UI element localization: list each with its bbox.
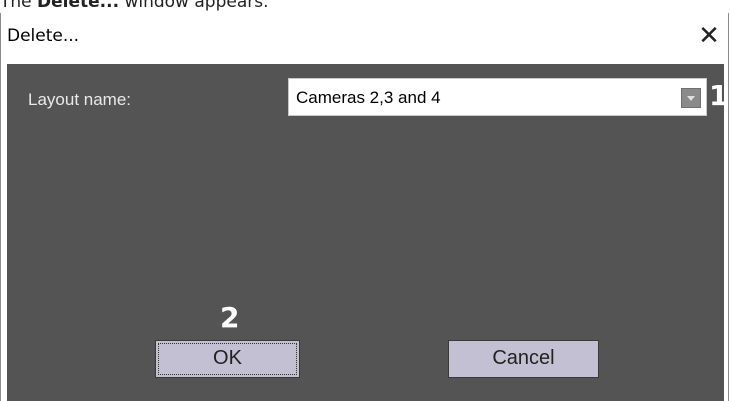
dialog-titlebar: Delete... ✕ bbox=[1, 13, 728, 63]
annotation-marker-2: 2 bbox=[220, 301, 240, 334]
close-icon[interactable]: ✕ bbox=[696, 21, 722, 51]
doc-caption-prefix: The bbox=[0, 0, 38, 12]
ok-button[interactable]: OK bbox=[155, 340, 300, 378]
delete-dialog: Delete... ✕ Layout name: Cameras 2,3 and… bbox=[0, 13, 729, 401]
chevron-down-icon[interactable] bbox=[681, 88, 701, 108]
layout-name-value: Cameras 2,3 and 4 bbox=[296, 88, 441, 107]
layout-name-combobox[interactable]: Cameras 2,3 and 4 bbox=[288, 78, 707, 116]
cancel-button[interactable]: Cancel bbox=[448, 340, 599, 378]
dialog-title: Delete... bbox=[7, 26, 80, 46]
doc-caption: The Delete... window appears. bbox=[0, 0, 269, 14]
dialog-body: Layout name: Cameras 2,3 and 4 1 2 OK Ca… bbox=[7, 64, 728, 401]
layout-name-label: Layout name: bbox=[28, 90, 132, 109]
doc-caption-bold: Delete... bbox=[37, 0, 120, 12]
annotation-marker-1: 1 bbox=[709, 79, 729, 112]
doc-caption-suffix: window appears. bbox=[119, 0, 269, 12]
